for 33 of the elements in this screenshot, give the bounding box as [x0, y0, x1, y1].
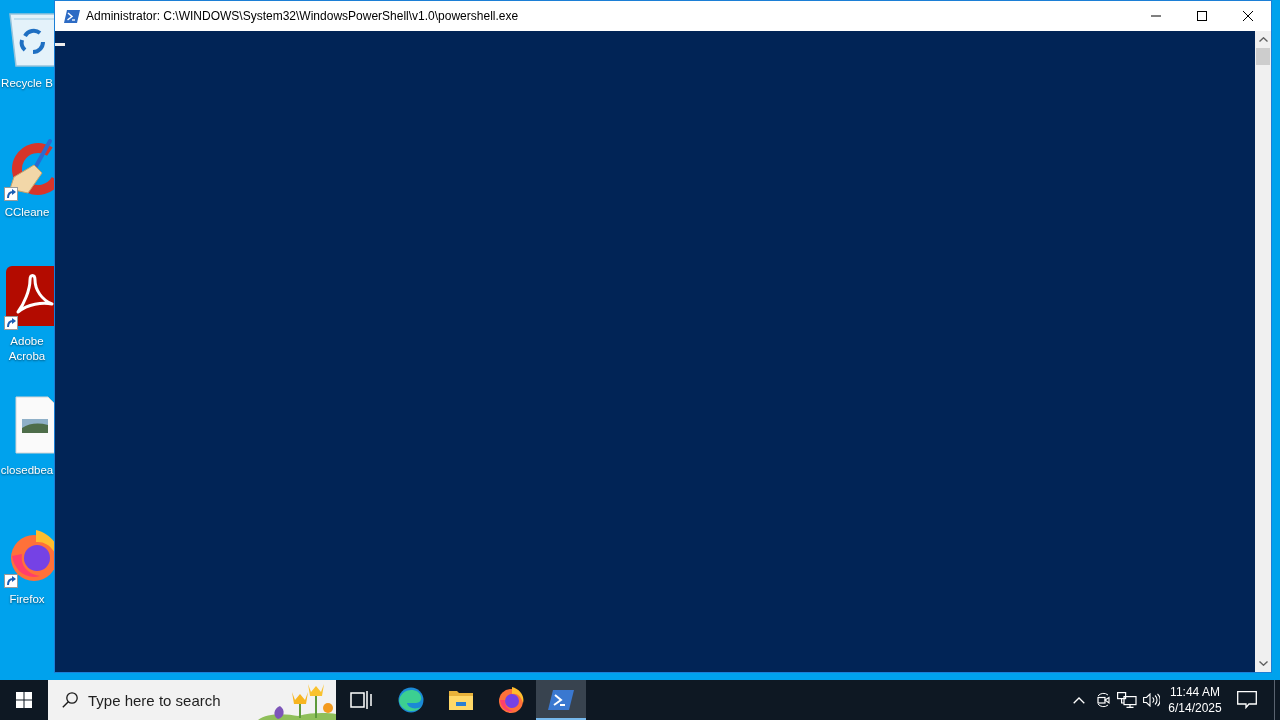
desktop-icon-label[interactable]: CCleane [0, 205, 54, 220]
task-view-icon [350, 690, 372, 710]
camera-icon[interactable] [1096, 692, 1110, 708]
clock-time[interactable]: 11:44 AM [1170, 684, 1220, 700]
browser-swirl-icon [398, 687, 424, 713]
terminal-icon [548, 689, 574, 711]
flowers-icon [258, 682, 336, 720]
windows-logo-icon [16, 692, 32, 708]
search-field[interactable]: Type here to search [48, 680, 336, 720]
scrollbar[interactable] [1255, 31, 1271, 672]
terminal-icon [64, 9, 80, 23]
chevron-up-icon[interactable] [1073, 696, 1085, 704]
desktop-icon-label[interactable]: closedbea [0, 463, 54, 478]
network-icon[interactable] [1117, 692, 1137, 708]
notifications-icon[interactable] [1237, 691, 1257, 709]
pdf-icon[interactable] [6, 266, 54, 326]
close-icon [1243, 11, 1253, 21]
maximize-icon [1197, 11, 1207, 21]
fox-icon [498, 687, 524, 713]
window-title: Administrator: C:\WINDOWS\System32\WindowsPowerShell\v1.0\powershell.exe [86, 9, 519, 23]
folder-icon [448, 689, 474, 711]
volume-icon[interactable] [1142, 693, 1160, 707]
cursor-icon [55, 43, 65, 46]
scroll-down-icon[interactable] [1258, 661, 1268, 666]
search-input[interactable]: Type here to search [88, 691, 258, 709]
scrollbar-thumb[interactable] [1256, 48, 1270, 65]
desktop-icon-label[interactable]: Recycle B [0, 76, 54, 91]
search-icon [62, 692, 78, 708]
desktop-icon-label[interactable]: Adobe Acroba [0, 334, 54, 364]
clock-date[interactable]: 6/14/2025 [1168, 700, 1222, 716]
minimize-icon [1151, 15, 1161, 17]
desktop-icon-label[interactable]: Firefox [0, 592, 54, 607]
scroll-up-icon[interactable] [1258, 37, 1268, 42]
